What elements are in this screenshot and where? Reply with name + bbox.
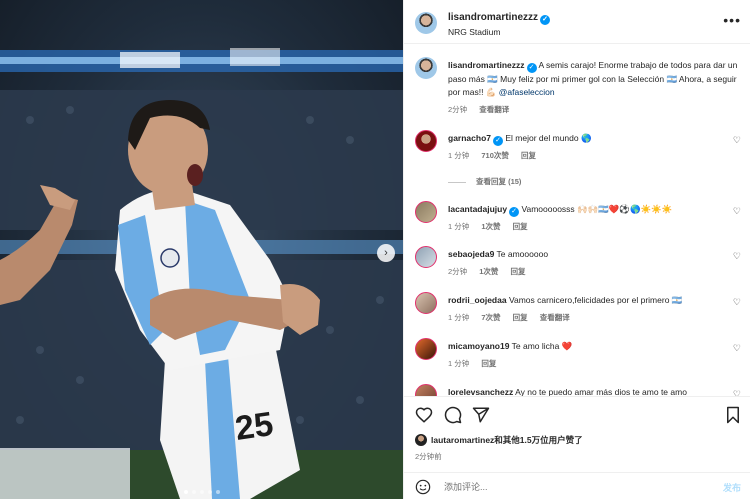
carousel-indicator [184, 490, 220, 494]
post-comment-button[interactable]: 发布 [723, 481, 741, 494]
caption-translate-link[interactable]: 查看翻译 [479, 105, 509, 114]
post-header: lisandromartinezzz ✓ NRG Stadium ••• [404, 0, 750, 44]
caption-username[interactable]: lisandromartinezzz [448, 60, 525, 70]
post-photo[interactable]: 25 › [0, 0, 403, 499]
author-username[interactable]: lisandromartinezzz [448, 12, 538, 23]
comment-time: 1 分钟 [448, 359, 470, 368]
comment-time: 2分钟 [448, 267, 468, 276]
carousel-dot [216, 490, 220, 494]
jersey-number: 25 [233, 405, 276, 448]
comment-text: Ay no te puedo amar más dios te amo te a… [515, 387, 687, 396]
comment-reply-button[interactable]: 回复 [513, 222, 528, 231]
commenter-avatar[interactable] [415, 130, 437, 152]
comment-text: Te amo licha ❤️ [511, 341, 573, 351]
add-comment-bar: 发布 [404, 472, 750, 499]
commenter-username[interactable]: lacantadajujuy [448, 204, 507, 214]
emoji-icon[interactable] [415, 479, 431, 495]
comment-text: Vamos carnicero,felicidades por el prime… [508, 295, 683, 305]
verified-badge-icon: ✓ [493, 136, 503, 146]
verified-badge-icon: ✓ [509, 207, 520, 217]
comment-input[interactable] [444, 478, 694, 496]
likes-summary[interactable]: lautaromartinez 和其他1.5万位用户赞了 [415, 434, 583, 446]
post-action-bar [404, 396, 750, 434]
caption-avatar[interactable] [415, 57, 437, 79]
comment-likes-link[interactable]: 1次赞 [481, 222, 500, 231]
post-timestamp: 2分钟前 [415, 452, 442, 461]
carousel-dot [192, 490, 196, 494]
comment-translate-link[interactable]: 查看翻译 [540, 313, 570, 322]
comment-likes-link[interactable]: 7次赞 [481, 313, 500, 322]
author-username-link[interactable]: lisandromartinezzz ✓ [448, 12, 551, 25]
comment-likes-link[interactable]: 710次赞 [481, 151, 509, 160]
commenter-avatar[interactable] [415, 246, 437, 268]
comment-like-heart-icon[interactable]: ♡ [733, 297, 741, 308]
verified-badge-icon: ✓ [526, 63, 537, 73]
commenter-username[interactable]: garnacho7 [448, 133, 491, 143]
likes-count-text[interactable]: 和其他1.5万位用户赞了 [494, 434, 582, 446]
commenter-username[interactable]: micamoyano19 [448, 341, 509, 351]
carousel-dot [208, 490, 212, 494]
caption-time: 2分钟 [448, 105, 468, 114]
comment-like-heart-icon[interactable]: ♡ [733, 206, 741, 217]
comment-reply-button[interactable]: 回复 [513, 313, 528, 322]
commenter-username[interactable]: lorelevsanchezz [448, 387, 513, 396]
comment-text: El mejor del mundo 🌎 [505, 133, 592, 143]
post-side-panel: lisandromartinezzz ✓ NRG Stadium ••• lisa… [403, 0, 750, 499]
commenter-username[interactable]: sebaojeda9 [448, 249, 494, 259]
liker-avatar [415, 434, 427, 446]
carousel-dot [200, 490, 204, 494]
share-icon[interactable] [472, 406, 490, 424]
player-celebration-image: 25 [0, 48, 403, 499]
author-avatar[interactable] [415, 12, 437, 34]
carousel-dot [184, 490, 188, 494]
comment-time: 1 分钟 [448, 222, 470, 231]
comment-likes-link[interactable]: 1次赞 [479, 267, 498, 276]
comment-text: Vamooooosss 🙌🏻🙌🏻🇦🇷❤️⚽🌎☀️☀️☀️ [521, 204, 673, 214]
verified-badge-icon: ✓ [540, 15, 551, 25]
liker-username[interactable]: lautaromartinez [431, 435, 494, 445]
comment-time: 1 分钟 [448, 313, 470, 322]
heart-icon[interactable] [415, 406, 433, 424]
commenter-avatar[interactable] [415, 384, 437, 396]
comment-time: 1 分钟 [448, 151, 470, 160]
commenter-avatar[interactable] [415, 201, 437, 223]
next-image-button[interactable]: › [377, 244, 395, 262]
commenter-avatar[interactable] [415, 338, 437, 360]
comment-like-heart-icon[interactable]: ♡ [733, 251, 741, 262]
bookmark-icon[interactable] [724, 406, 742, 424]
comment-like-heart-icon[interactable]: ♡ [733, 135, 741, 146]
more-horizontal-icon[interactable]: ••• [723, 12, 741, 28]
comment-like-heart-icon[interactable]: ♡ [733, 389, 741, 396]
commenter-avatar[interactable] [415, 292, 437, 314]
comment-reply-button[interactable]: 回复 [481, 359, 496, 368]
commenter-username[interactable]: rodrii_oojedaa [448, 295, 507, 305]
comment-reply-button[interactable]: 回复 [511, 267, 526, 276]
comment-like-heart-icon[interactable]: ♡ [733, 343, 741, 354]
comment-text: Te amoooooo [496, 249, 549, 259]
location-link[interactable]: NRG Stadium [448, 27, 500, 37]
view-replies-button[interactable]: 查看回复 (15) [448, 176, 521, 187]
comment-reply-button[interactable]: 回复 [521, 151, 536, 160]
comment-icon[interactable] [444, 406, 462, 424]
comments-scroll-area[interactable]: lisandromartinezzz ✓ A semis carajo! Enor… [404, 45, 750, 396]
caption-mention-link[interactable]: @afaseleccion [499, 87, 555, 97]
